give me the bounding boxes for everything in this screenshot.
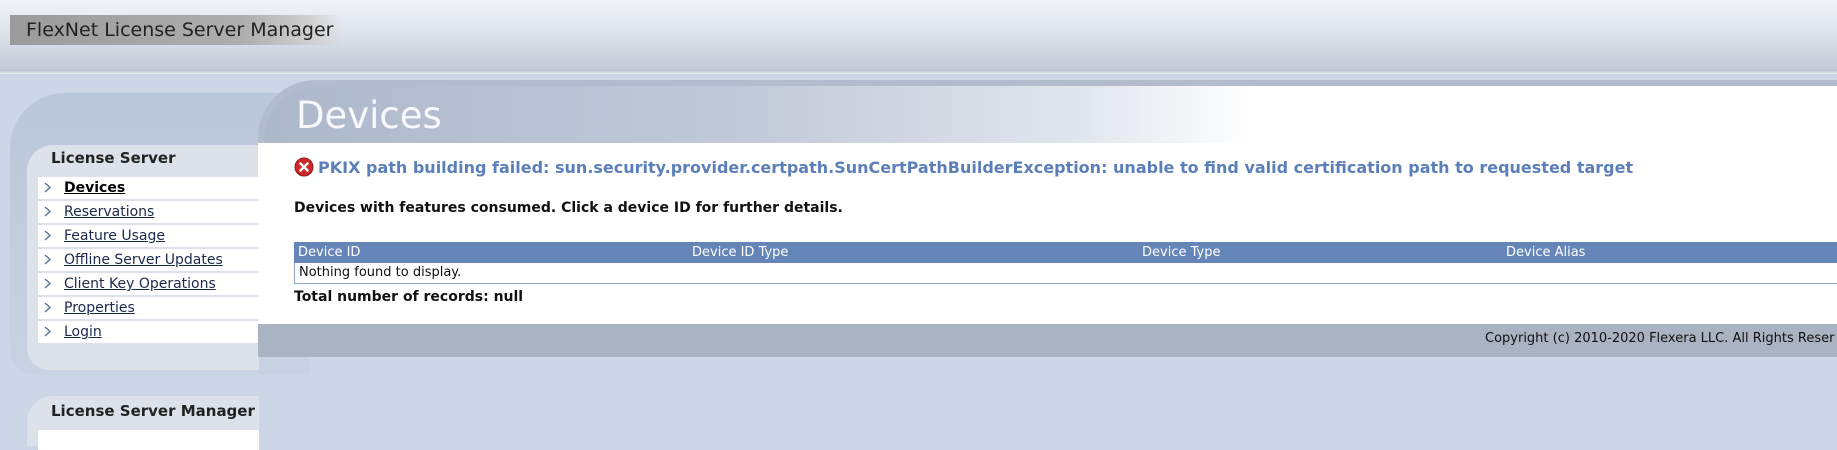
- table-empty-row: Nothing found to display.: [294, 263, 1837, 284]
- page-description: Devices with features consumed. Click a …: [294, 200, 843, 216]
- arrow-right-icon: [44, 206, 51, 217]
- error-text: PKIX path building failed: sun.security.…: [318, 158, 1634, 177]
- app-header: FlexNet License Server Manager: [0, 0, 1837, 70]
- arrow-right-icon: [44, 230, 51, 241]
- sidebar-link-login[interactable]: Login: [64, 321, 102, 343]
- column-header-device-type[interactable]: Device Type: [1142, 242, 1220, 263]
- arrow-right-icon: [44, 326, 51, 337]
- main-content: PKIX path building failed: sun.security.…: [258, 143, 1837, 324]
- page-title-band: Devices: [264, 86, 1837, 143]
- arrow-right-icon: [44, 182, 51, 193]
- sidebar-item-client-key-operations[interactable]: Client Key Operations: [38, 273, 259, 295]
- total-records: Total number of records: null: [294, 289, 524, 305]
- column-header-device-id-type[interactable]: Device ID Type: [692, 242, 788, 263]
- sidebar-link-feature-usage[interactable]: Feature Usage: [64, 225, 165, 247]
- devices-table: Device ID Device ID Type Device Type Dev…: [294, 242, 1837, 284]
- sidebar-section-license-server: License Server Devices Reservations Feat…: [27, 145, 259, 370]
- error-icon: [294, 157, 314, 177]
- sidebar-section2-title: License Server Manager: [51, 402, 255, 420]
- sidebar-link-offline-server-updates[interactable]: Offline Server Updates: [64, 249, 223, 271]
- footer: Copyright (c) 2010-2020 Flexera LLC. All…: [258, 324, 1837, 357]
- app-title: FlexNet License Server Manager: [10, 15, 342, 45]
- sidebar-item-feature-usage[interactable]: Feature Usage: [38, 225, 259, 247]
- sidebar-item-login[interactable]: Login: [38, 321, 259, 343]
- copyright-text: Copyright (c) 2010-2020 Flexera LLC. All…: [1485, 331, 1835, 346]
- sidebar-item-offline-server-updates[interactable]: Offline Server Updates: [38, 249, 259, 271]
- arrow-right-icon: [44, 278, 51, 289]
- table-header: Device ID Device ID Type Device Type Dev…: [294, 242, 1837, 263]
- sidebar-section-license-server-manager: License Server Manager: [27, 396, 259, 450]
- sidebar-link-client-key-operations[interactable]: Client Key Operations: [64, 273, 216, 295]
- column-header-device-id[interactable]: Device ID: [298, 242, 360, 263]
- arrow-right-icon: [44, 302, 51, 313]
- sidebar-item-devices[interactable]: Devices: [38, 177, 259, 199]
- sidebar-section-title: License Server: [51, 149, 176, 167]
- sidebar-item-properties[interactable]: Properties: [38, 297, 259, 319]
- sidebar-link-devices[interactable]: Devices: [64, 177, 125, 199]
- sidebar-section2-item: [38, 430, 259, 450]
- page-title: Devices: [296, 94, 442, 137]
- sidebar-item-reservations[interactable]: Reservations: [38, 201, 259, 223]
- sidebar-link-properties[interactable]: Properties: [64, 297, 135, 319]
- sidebar-link-reservations[interactable]: Reservations: [64, 201, 154, 223]
- arrow-right-icon: [44, 254, 51, 265]
- sidebar-menu: Devices Reservations Feature Usage Offli…: [38, 177, 259, 345]
- column-header-device-alias[interactable]: Device Alias: [1506, 242, 1585, 263]
